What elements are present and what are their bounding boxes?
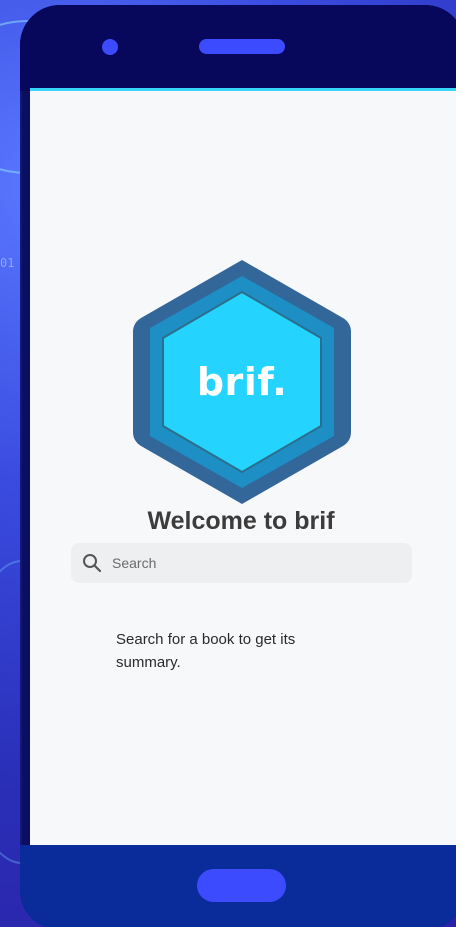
- background-code-text: 01: [0, 256, 15, 270]
- app-logo: brif.: [131, 256, 353, 508]
- search-icon: [81, 552, 103, 574]
- welcome-title: Welcome to brif: [147, 507, 335, 535]
- search-input[interactable]: [112, 555, 382, 571]
- search-bar[interactable]: [71, 543, 412, 583]
- phone-top-bezel: [20, 5, 456, 91]
- phone-bottom-bezel: [20, 845, 456, 927]
- phone-frame: brif. Welcome to brif Search for a book …: [20, 5, 456, 927]
- home-button[interactable]: [197, 869, 286, 902]
- help-text: Search for a book to get its summary.: [116, 631, 296, 671]
- camera-dot: [102, 39, 118, 55]
- logo-text: brif.: [196, 360, 288, 404]
- speaker-slot: [199, 39, 285, 54]
- app-screen: brif. Welcome to brif Search for a book …: [30, 88, 456, 848]
